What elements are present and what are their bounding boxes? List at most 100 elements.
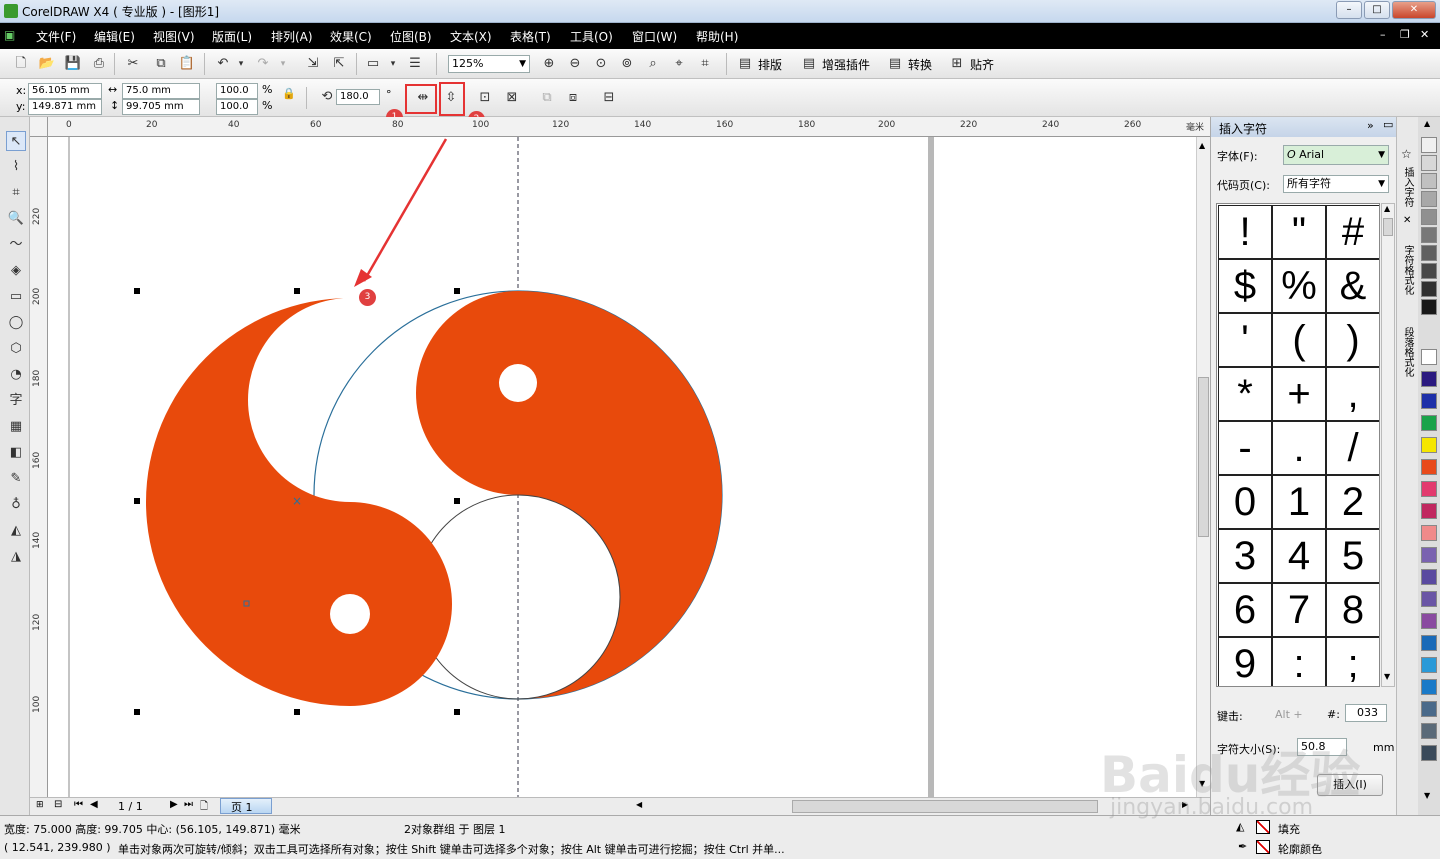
menu-window[interactable]: 窗口(W) xyxy=(632,28,677,45)
menu-effects[interactable]: 效果(C) xyxy=(330,28,372,45)
selection-handle[interactable] xyxy=(454,288,460,294)
selection-handle[interactable] xyxy=(134,709,140,715)
color-swatch[interactable] xyxy=(1421,299,1437,315)
layout-icon[interactable]: ▤ xyxy=(736,55,754,73)
color-swatch[interactable] xyxy=(1421,173,1437,189)
copy-icon[interactable]: ⧉ xyxy=(152,55,170,73)
character-cell[interactable]: $ xyxy=(1218,259,1272,313)
char-code-field[interactable]: 033 xyxy=(1345,704,1387,722)
tab-close-icon[interactable]: ✕ xyxy=(1403,215,1411,226)
character-cell[interactable]: 0 xyxy=(1218,475,1272,529)
horizontal-ruler[interactable]: 0 20 40 60 80 100 120 140 160 180 200 22… xyxy=(48,117,1210,137)
zoom-height-icon[interactable]: ⌗ xyxy=(696,55,714,73)
menu-edit[interactable]: 编辑(E) xyxy=(94,28,135,45)
drawing-svg[interactable]: × xyxy=(48,137,1196,797)
prev-page-icon[interactable]: ◀ xyxy=(90,799,98,810)
tab-insert-character[interactable]: 插入字符 xyxy=(1400,167,1415,207)
color-swatch[interactable] xyxy=(1421,657,1437,673)
character-cell[interactable]: : xyxy=(1272,637,1326,686)
wrap-text-icon[interactable]: ⊟ xyxy=(600,89,618,107)
fill-tool-icon[interactable]: ◭ xyxy=(6,521,26,541)
add-page-icon[interactable]: 🗋 xyxy=(200,799,208,816)
close-button[interactable]: ✕ xyxy=(1392,1,1436,19)
zoom-all-icon[interactable]: ⊚ xyxy=(618,55,636,73)
convert-icon[interactable]: ▤ xyxy=(886,55,904,73)
plugin-icon[interactable]: ▤ xyxy=(800,55,818,73)
color-swatch[interactable] xyxy=(1421,349,1437,365)
color-swatch[interactable] xyxy=(1421,393,1437,409)
color-swatch[interactable] xyxy=(1421,459,1437,475)
docker-minimize-icon[interactable]: ▭ xyxy=(1383,118,1393,131)
snap-icon[interactable]: ⊞ xyxy=(948,55,966,73)
doc-minimize-icon[interactable]: – xyxy=(1380,28,1386,41)
interactive-fill-tool-icon[interactable]: ◮ xyxy=(6,547,26,567)
polygon-tool-icon[interactable]: ⬡ xyxy=(6,339,26,359)
x-position-field[interactable]: 56.105 mm xyxy=(28,83,102,99)
palette-scroll-up-icon[interactable]: ▲ xyxy=(1424,119,1430,128)
character-cell[interactable]: 1 xyxy=(1272,475,1326,529)
next-page-icon[interactable]: ▶ xyxy=(170,799,178,810)
convert-button[interactable]: 转换 xyxy=(908,56,932,73)
save-icon[interactable]: 💾 xyxy=(64,55,82,73)
character-cell[interactable]: 2 xyxy=(1326,475,1379,529)
menu-arrange[interactable]: 排列(A) xyxy=(271,28,313,45)
zoom-level-select[interactable]: 125% ▼ xyxy=(448,55,530,73)
horizontal-scroll-thumb[interactable] xyxy=(792,800,1098,813)
color-swatch[interactable] xyxy=(1421,227,1437,243)
character-cell[interactable]: 4 xyxy=(1272,529,1326,583)
menu-table[interactable]: 表格(T) xyxy=(510,28,551,45)
color-swatch[interactable] xyxy=(1421,745,1437,761)
color-swatch[interactable] xyxy=(1421,679,1437,695)
menu-text[interactable]: 文本(X) xyxy=(450,28,492,45)
selection-handle[interactable] xyxy=(294,288,300,294)
color-swatch[interactable] xyxy=(1421,415,1437,431)
selection-handle[interactable] xyxy=(454,709,460,715)
menu-layout[interactable]: 版面(L) xyxy=(212,28,252,45)
color-swatch[interactable] xyxy=(1421,263,1437,279)
eyedropper-tool-icon[interactable]: ✎ xyxy=(6,469,26,489)
doc-restore-icon[interactable]: ❐ xyxy=(1400,28,1410,41)
redo-icon[interactable]: ↷ xyxy=(254,55,272,73)
selection-handle[interactable] xyxy=(454,498,460,504)
interactive-blend-tool-icon[interactable]: ◧ xyxy=(6,443,26,463)
scroll-left-icon[interactable]: ◀ xyxy=(636,800,642,809)
tab-paragraph-formatting[interactable]: 段落格式化 xyxy=(1400,327,1415,377)
scale-y-field[interactable]: 100.0 xyxy=(216,99,258,115)
scroll-up-icon[interactable]: ▲ xyxy=(1199,141,1205,150)
character-cell[interactable]: # xyxy=(1326,205,1379,259)
zoom-width-icon[interactable]: ⌖ xyxy=(670,55,688,73)
color-swatch[interactable] xyxy=(1421,547,1437,563)
color-swatch[interactable] xyxy=(1421,613,1437,629)
outline-pen-icon[interactable]: ✒ xyxy=(1238,840,1247,853)
character-cell[interactable]: ; xyxy=(1326,637,1379,686)
first-page-icon[interactable]: ⊟ xyxy=(54,799,62,810)
export-icon[interactable]: ⇱ xyxy=(330,55,348,73)
center-marker[interactable]: × xyxy=(292,494,302,508)
fill-icon[interactable]: ◭ xyxy=(1236,820,1244,833)
color-swatch[interactable] xyxy=(1421,245,1437,261)
character-cell[interactable]: & xyxy=(1326,259,1379,313)
pick-tool-icon[interactable]: ↖ xyxy=(6,131,26,151)
character-cell[interactable]: - xyxy=(1218,421,1272,475)
color-swatch[interactable] xyxy=(1421,701,1437,717)
palette-scroll-down-icon[interactable]: ▼ xyxy=(1424,791,1430,800)
open-icon[interactable]: 📂 xyxy=(38,55,56,73)
character-cell[interactable]: 8 xyxy=(1326,583,1379,637)
crop-tool-icon[interactable]: ⌗ xyxy=(6,183,26,203)
new-icon[interactable]: 🗋 xyxy=(12,55,30,73)
redo-dropdown-icon[interactable]: ▾ xyxy=(274,55,292,73)
scale-x-field[interactable]: 100.0 xyxy=(216,83,258,99)
color-swatch[interactable] xyxy=(1421,371,1437,387)
minimize-button[interactable]: – xyxy=(1336,1,1362,19)
character-cell[interactable]: 9 xyxy=(1218,637,1272,686)
selection-handle[interactable] xyxy=(134,498,140,504)
rectangle-tool-icon[interactable]: ▭ xyxy=(6,287,26,307)
y-position-field[interactable]: 149.871 mm xyxy=(28,99,102,115)
shape-tool-icon[interactable]: ⌇ xyxy=(6,157,26,177)
undo-icon[interactable]: ↶ xyxy=(214,55,232,73)
character-grid[interactable]: ! " # $% & '() * +, -./ 0 1 2 3 4 5 6 7 8 9:; xyxy=(1216,203,1380,687)
character-cell[interactable]: % xyxy=(1272,259,1326,313)
ellipse-tool-icon[interactable]: ◯ xyxy=(6,313,26,333)
menu-help[interactable]: 帮助(H) xyxy=(696,28,738,45)
color-swatch[interactable] xyxy=(1421,281,1437,297)
